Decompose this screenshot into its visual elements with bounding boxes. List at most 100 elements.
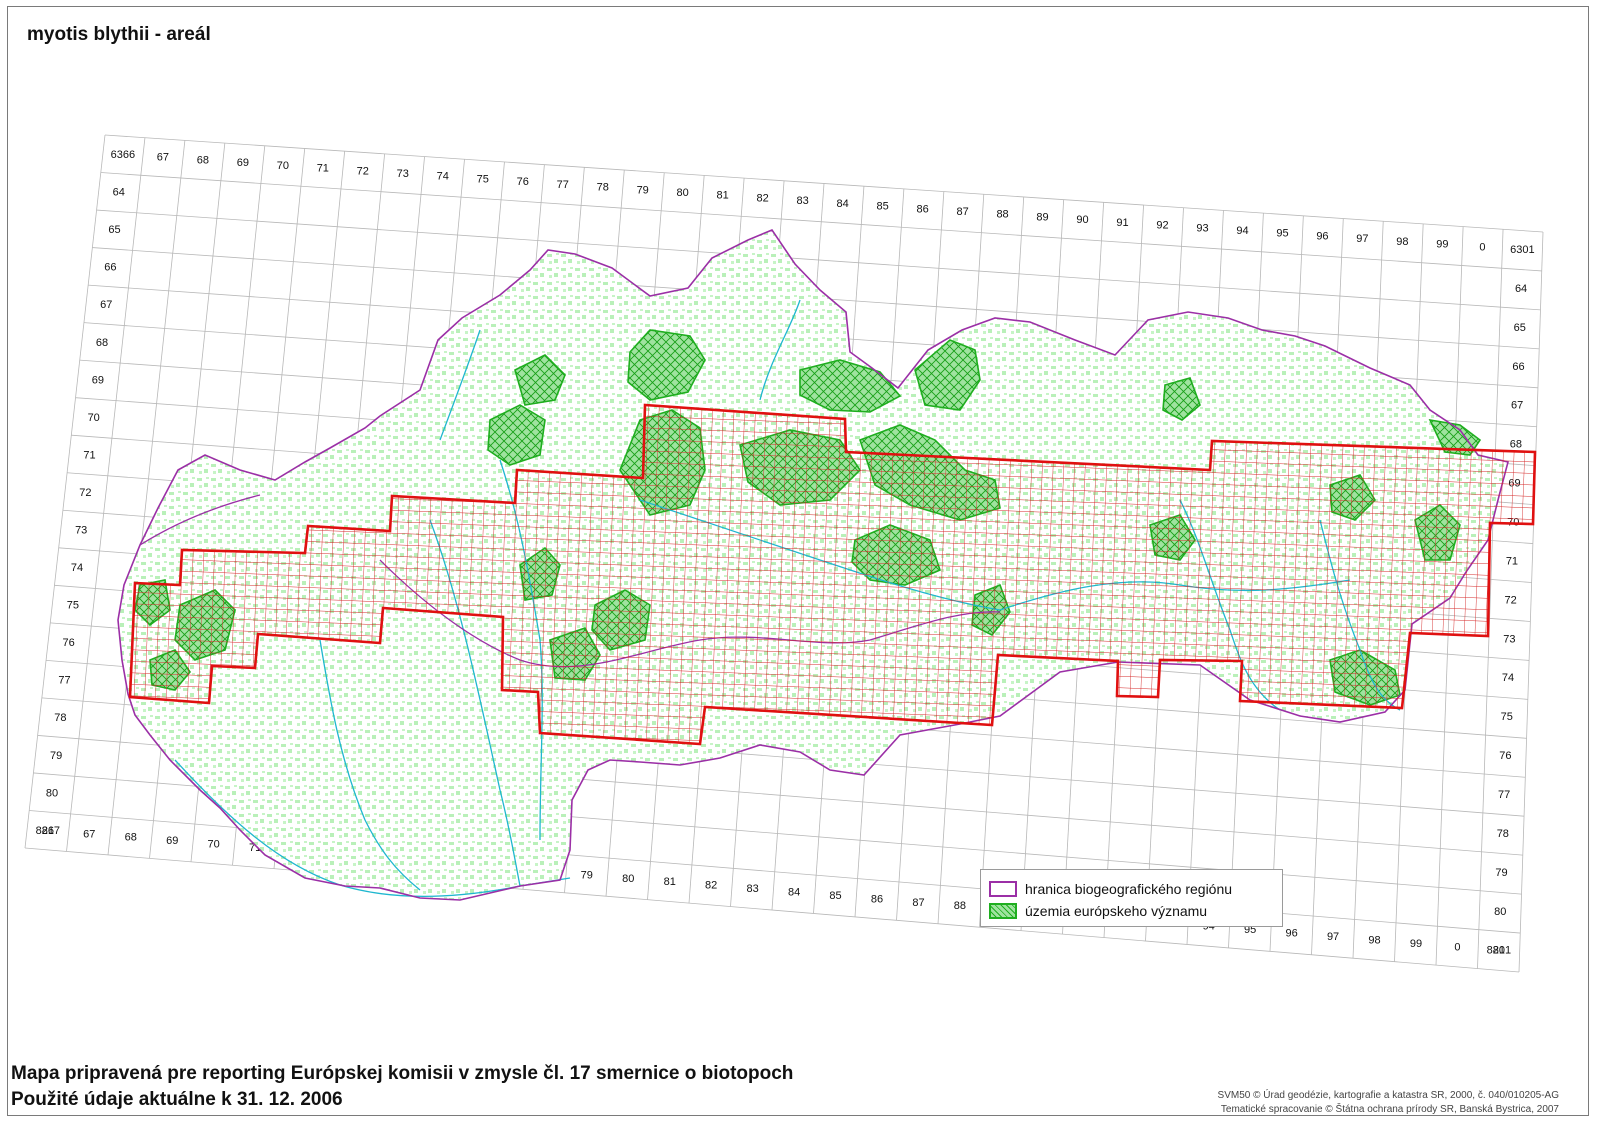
grid-label-left: 73 <box>75 524 87 536</box>
grid-label-left: 75 <box>67 600 79 612</box>
grid-label-right: 80 <box>1494 906 1506 918</box>
grid-label-top: 77 <box>557 179 569 191</box>
grid-label-top: 68 <box>197 154 209 166</box>
sci-hatch-swatch-icon <box>989 903 1017 919</box>
grid-label-bottom: 86 <box>871 893 883 905</box>
grid-label-top: 93 <box>1196 222 1208 234</box>
grid-label-top: 74 <box>437 171 449 183</box>
grid-label-right: 74 <box>1502 672 1514 684</box>
grid-label-top: 73 <box>397 168 409 180</box>
grid-label-top: 96 <box>1316 230 1328 242</box>
grid-label-top: 99 <box>1436 239 1448 251</box>
grid-label-top: 86 <box>916 203 928 215</box>
grid-label-top: 84 <box>836 198 848 210</box>
grid-label-right: 78 <box>1497 828 1509 840</box>
grid-label-top: 81 <box>717 190 729 202</box>
grid-label-top: 67 <box>157 152 169 164</box>
grid-label-right: 68 <box>1510 439 1522 451</box>
grid-label-top: 92 <box>1156 220 1168 232</box>
grid-label-bottom: 68 <box>125 832 137 844</box>
grid-label-top: 97 <box>1356 233 1368 245</box>
grid-label-right: 65 <box>1514 322 1526 334</box>
grid-label-bottom: 81 <box>664 876 676 888</box>
legend-item-region-boundary: hranica biogeografického regiónu <box>989 879 1232 899</box>
grid-label-top: 95 <box>1276 228 1288 240</box>
grid-label-left: 67 <box>100 299 112 311</box>
grid-label-right: 81 <box>1493 945 1505 957</box>
grid-label-top: 82 <box>757 192 769 204</box>
grid-label-left: 76 <box>63 637 75 649</box>
grid-label-top: 90 <box>1076 214 1088 226</box>
grid-label-top: 80 <box>677 187 689 199</box>
grid-label-right: 66 <box>1512 361 1524 373</box>
grid-label-top: 89 <box>1036 211 1048 223</box>
grid-label-left: 65 <box>108 224 120 236</box>
grid-label-right: 75 <box>1501 711 1513 723</box>
grid-label-bottom: 96 <box>1285 928 1297 940</box>
grid-label-left: 64 <box>113 187 125 199</box>
grid-label-top: 70 <box>277 160 289 172</box>
grid-label-left: 69 <box>92 374 104 386</box>
grid-label-bottom: 67 <box>83 828 95 840</box>
credit-line-1: SVM50 © Úrad geodézie, kartografie a kat… <box>1217 1090 1559 1101</box>
grid-label-top: 79 <box>637 184 649 196</box>
legend-item-sci-sites: územia európskeho významu <box>989 901 1207 921</box>
grid-label-left: 81 <box>42 825 54 837</box>
grid-label-top: 88 <box>996 209 1008 221</box>
grid-label-bottom: 88 <box>954 900 966 912</box>
grid-label-left: 72 <box>79 487 91 499</box>
grid-label-right: 71 <box>1506 555 1518 567</box>
grid-label-top: 0 <box>1479 241 1485 253</box>
grid-label-top: 6366 <box>111 149 135 161</box>
grid-label-top: 72 <box>357 165 369 177</box>
footer-line-1: Mapa pripravená pre reporting Európskej … <box>11 1063 794 1084</box>
grid-label-bottom: 69 <box>166 835 178 847</box>
grid-label-top: 69 <box>237 157 249 169</box>
grid-label-top: 85 <box>876 201 888 213</box>
grid-line <box>24 134 106 849</box>
grid-label-bottom: 70 <box>208 839 220 851</box>
grid-label-left: 66 <box>104 262 116 274</box>
grid-line <box>100 172 1542 272</box>
grid-label-left: 77 <box>58 675 70 687</box>
grid-label-left: 80 <box>46 787 58 799</box>
grid-label-bottom: 80 <box>622 873 634 885</box>
grid-label-top: 78 <box>597 182 609 194</box>
grid-label-top: 87 <box>956 206 968 218</box>
grid-label-right: 76 <box>1499 750 1511 762</box>
grid-label-top: 91 <box>1116 217 1128 229</box>
grid-label-bottom: 99 <box>1410 938 1422 950</box>
grid-label-left: 68 <box>96 337 108 349</box>
map-canvas: 6366 67 68 69 70 71 72 73 74 75 76 77 78 79 80 81 82 83 84… <box>24 134 1544 973</box>
grid-label-bottom: 0 <box>1454 941 1460 953</box>
grid-line <box>24 847 1520 973</box>
region-boundary-swatch-icon <box>989 881 1017 897</box>
grid-label-top: 6301 <box>1510 244 1534 256</box>
grid-label-top: 71 <box>317 163 329 175</box>
grid-label-right: 67 <box>1511 400 1523 412</box>
grid-label-top: 76 <box>517 176 529 188</box>
grid-label-bottom: 87 <box>912 897 924 909</box>
grid-label-left: 74 <box>71 562 83 574</box>
grid-label-right: 72 <box>1505 594 1517 606</box>
grid-label-top: 98 <box>1396 236 1408 248</box>
grid-label-right: 73 <box>1503 633 1515 645</box>
legend-label: územia európskeho významu <box>1025 903 1208 919</box>
grid-label-left: 70 <box>88 412 100 424</box>
grid-label-top: 75 <box>477 173 489 185</box>
grid-label-top: 83 <box>797 195 809 207</box>
grid-label-bottom: 84 <box>788 887 800 899</box>
legend-label: hranica biogeografického regiónu <box>1025 881 1233 897</box>
grid-label-right: 64 <box>1515 283 1527 295</box>
map-legend: hranica biogeografického regiónu územia … <box>980 869 1283 927</box>
grid-label-bottom: 98 <box>1368 934 1380 946</box>
map-title: myotis blythii - areál <box>27 24 211 45</box>
grid-label-bottom: 97 <box>1327 931 1339 943</box>
grid-label-left: 78 <box>54 712 66 724</box>
grid-label-right: 77 <box>1498 789 1510 801</box>
footer-line-2: Použité údaje aktuálne k 31. 12. 2006 <box>11 1089 343 1110</box>
grid-label-left: 79 <box>50 750 62 762</box>
grid-label-bottom: 79 <box>581 869 593 881</box>
grid-line <box>104 134 1544 233</box>
grid-label-bottom: 83 <box>747 883 759 895</box>
